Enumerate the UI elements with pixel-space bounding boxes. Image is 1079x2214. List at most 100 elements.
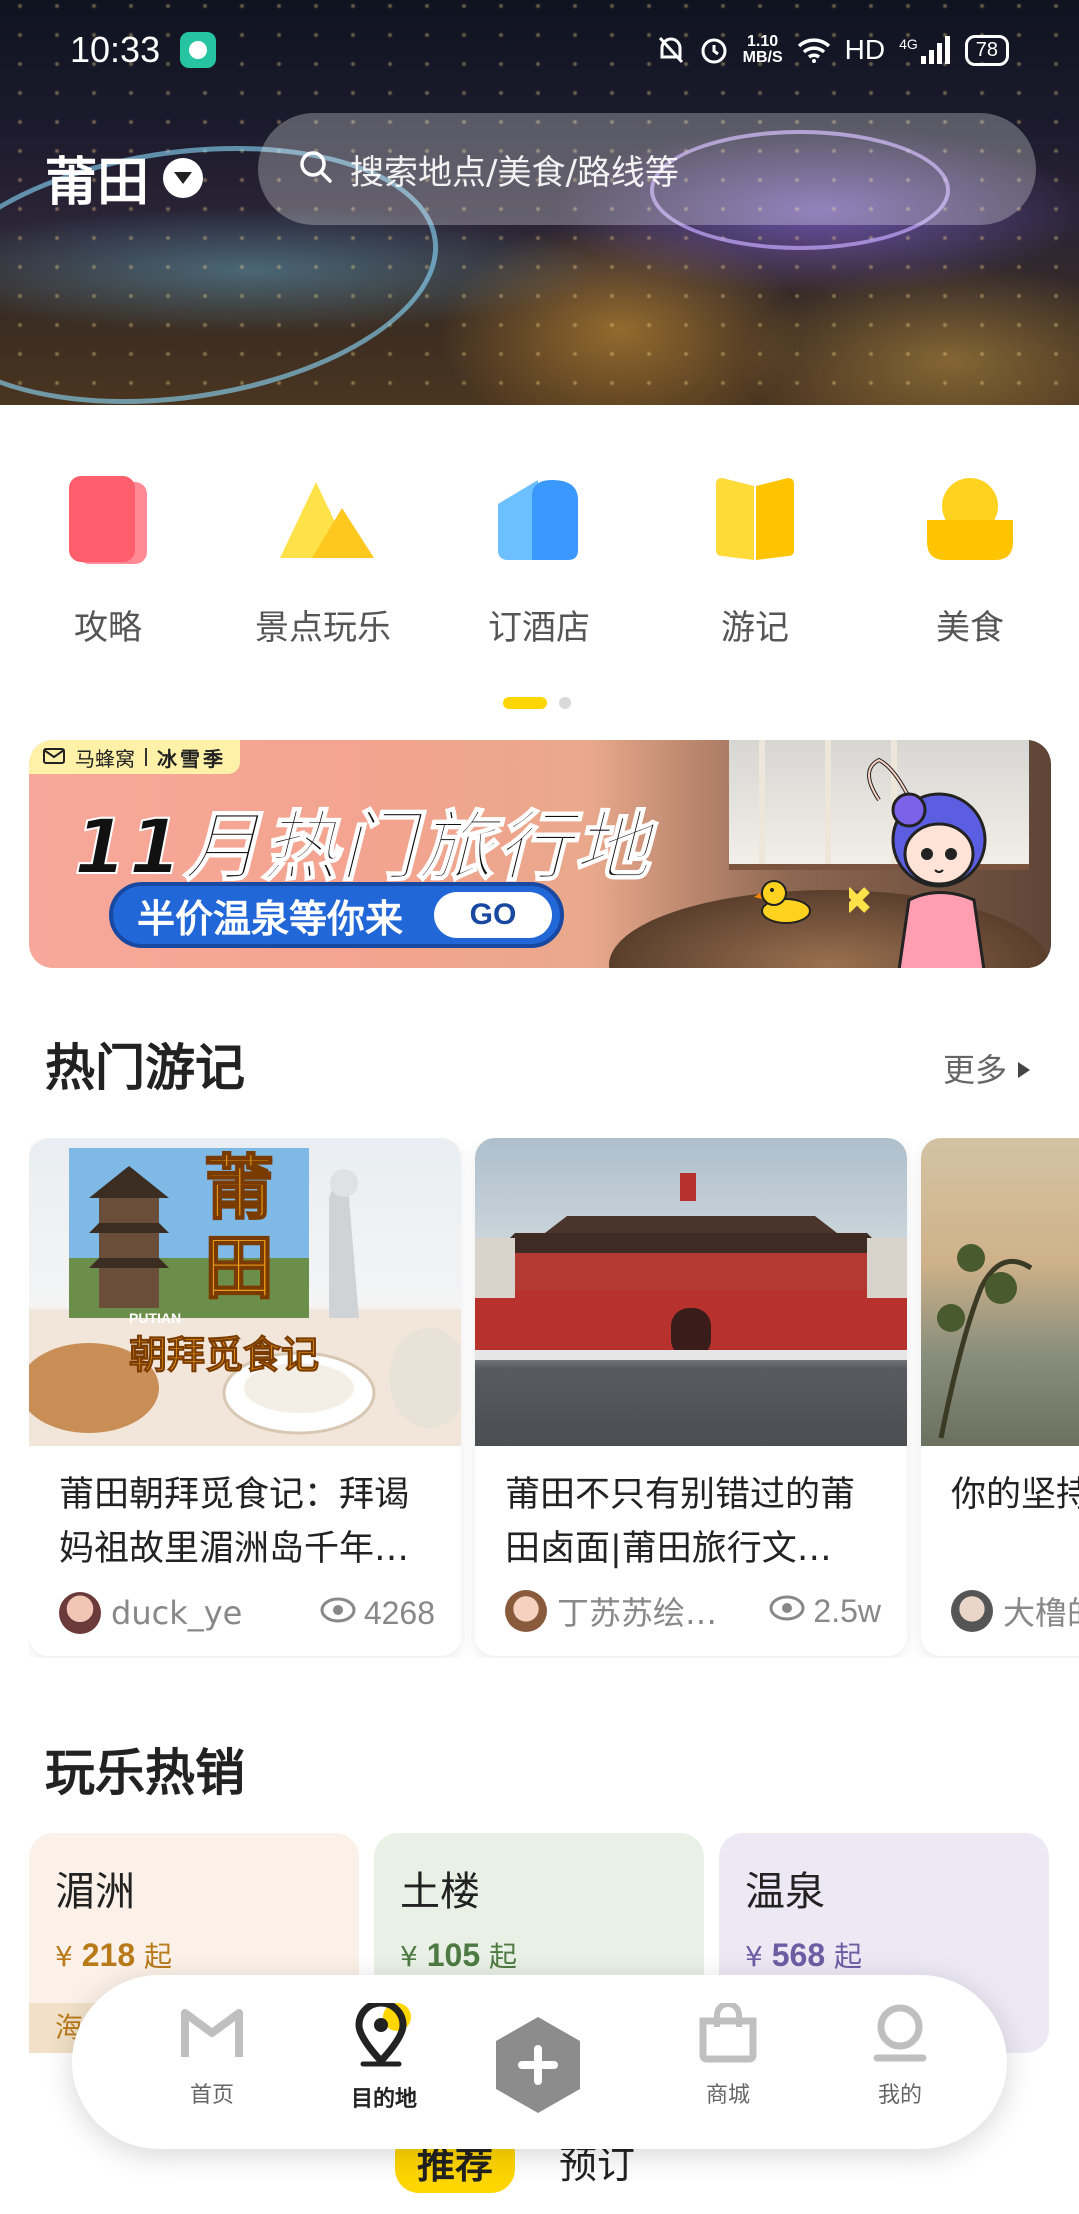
food-icon <box>925 470 1015 570</box>
category-travel-notes[interactable]: 游记 <box>665 470 845 649</box>
cover-tag: PUTIAN <box>129 1310 182 1326</box>
category-guide[interactable]: 攻略 <box>18 470 198 649</box>
banner-subtitle-pill: 半价温泉等你来 GO <box>109 882 564 948</box>
chevron-right-icon <box>1017 1049 1031 1087</box>
cellular-signal-icon: 4G <box>899 36 951 64</box>
note-card[interactable]: 你的坚持 ➡️2019 大橹的 <box>921 1138 1079 1656</box>
play-price: ¥ 218 起 <box>55 1935 359 1975</box>
price-suffix: 起 <box>144 1940 173 1973</box>
go-button[interactable]: GO <box>434 892 552 938</box>
more-label: 更多 <box>942 1051 1007 1089</box>
category-page-indicator <box>503 697 571 709</box>
publish-plus-icon[interactable] <box>492 2015 584 2115</box>
hot-notes-title: 热门游记 <box>45 1039 245 1097</box>
banner-title: 11月热门旅行地 <box>73 801 652 892</box>
play-name: 温泉 <box>745 1869 825 1915</box>
nav-home[interactable]: 首页 <box>152 2003 272 2109</box>
note-meta: duck_ye 4268 <box>59 1592 435 1634</box>
attraction-icon <box>278 470 374 570</box>
eye-icon <box>320 1595 356 1632</box>
note-view-count: 2.5w <box>813 1592 881 1629</box>
city-selector[interactable]: 莆田 <box>45 140 204 215</box>
mail-icon <box>43 745 65 769</box>
promo-banner[interactable]: 马蜂窝 冰雪季 11月热门旅行地 半价温泉等你来 GO <box>29 740 1051 968</box>
note-card[interactable]: 莆田不只有别错过的莆田卤面|莆田旅行文… 丁苏苏绘… 2.5w <box>475 1138 907 1656</box>
travel-notes-icon <box>710 470 800 570</box>
page-dot <box>559 697 571 709</box>
note-cover-image <box>475 1138 907 1446</box>
hot-notes-carousel: 莆田 朝拜觅食记 PUTIAN 莆田朝拜觅食记：拜谒妈祖故里湄洲岛千年… duc… <box>29 1138 1079 1658</box>
nav-label: 我的 <box>877 2083 922 2108</box>
note-title: 莆田朝拜觅食记：拜谒妈祖故里湄洲岛千年… <box>59 1475 410 1569</box>
nav-me[interactable]: 我的 <box>840 2003 960 2109</box>
price-currency: ¥ <box>55 1940 73 1973</box>
status-time: 10:33 <box>70 29 161 70</box>
price-suffix: 起 <box>834 1940 863 1973</box>
play-price: ¥ 568 起 <box>745 1935 1049 1975</box>
search-bar[interactable]: 搜索地点/美食/路线等 <box>258 113 1036 225</box>
note-card[interactable]: 莆田 朝拜觅食记 PUTIAN 莆田朝拜觅食记：拜谒妈祖故里湄洲岛千年… duc… <box>29 1138 461 1656</box>
search-icon <box>298 149 334 189</box>
cover-big-text: 莆田 <box>203 1147 275 1309</box>
rubber-duck-icon <box>754 875 814 929</box>
brand-name: 马蜂窝 <box>75 746 135 771</box>
note-meta: 大橹的 <box>951 1588 1079 1634</box>
nav-label: 商城 <box>705 2083 750 2108</box>
chevron-down-icon <box>163 157 204 198</box>
price-currency: ¥ <box>400 1940 418 1973</box>
cover-small-text: 朝拜觅食记 <box>128 1333 320 1378</box>
play-name: 土楼 <box>400 1869 480 1915</box>
note-cover-image <box>921 1138 1079 1446</box>
note-view-count: 4268 <box>363 1594 435 1631</box>
status-icons: 1.10 MB/S HD 4G 78 <box>657 34 1009 66</box>
net-speed-unit: MB/S <box>742 49 783 66</box>
hd-indicator: HD <box>844 34 886 65</box>
category-hotel[interactable]: 订酒店 <box>449 470 629 649</box>
price-value: 105 <box>426 1937 481 1973</box>
note-title: 你的坚持 ➡️2019 <box>951 1475 1079 1515</box>
shopping-bag-icon <box>695 2001 761 2067</box>
seaside-illustration <box>937 1244 1033 1439</box>
banner-brand-tag: 马蜂窝 冰雪季 <box>29 740 240 774</box>
category-attractions[interactable]: 景点玩乐 <box>233 470 413 649</box>
note-author: 大橹的 <box>1003 1594 1079 1632</box>
home-icon <box>179 2003 245 2067</box>
note-author: duck_ye <box>111 1594 243 1632</box>
category-label: 攻略 <box>74 608 142 648</box>
nav-destination[interactable]: 目的地 <box>324 1999 444 2113</box>
search-placeholder: 搜索地点/美食/路线等 <box>350 152 679 193</box>
price-suffix: 起 <box>489 1940 518 1973</box>
price-value: 568 <box>771 1937 826 1973</box>
hot-notes-more[interactable]: 更多 <box>943 1045 1031 1091</box>
mute-bell-icon <box>657 35 685 65</box>
location-pin-icon <box>349 1999 419 2071</box>
play-name: 湄洲 <box>55 1869 135 1915</box>
avatar <box>59 1592 101 1634</box>
alarm-icon <box>699 35 729 65</box>
hotel-icon <box>494 470 584 570</box>
nav-label: 首页 <box>189 2083 234 2108</box>
eye-icon <box>769 1593 805 1630</box>
profile-icon <box>867 2003 933 2067</box>
note-meta: 丁苏苏绘… 2.5w <box>505 1588 881 1634</box>
price-currency: ¥ <box>745 1940 763 1973</box>
tag-divider <box>145 748 147 766</box>
temple-gate-illustration <box>475 1173 907 1360</box>
app-notification-icon <box>180 32 217 68</box>
note-title: 莆田不只有别错过的莆田卤面|莆田旅行文… <box>505 1475 856 1569</box>
nav-label: 目的地 <box>350 2087 417 2112</box>
hero-banner: 10:33 1.10 MB/S HD 4G 78 莆田 搜索地点/美食/路线等 <box>0 0 1079 405</box>
category-label: 景点玩乐 <box>255 608 391 648</box>
city-name: 莆田 <box>45 153 150 213</box>
category-grid: 攻略 景点玩乐 订酒店 游记 美食 <box>0 470 1079 670</box>
page-dot-active <box>503 697 547 709</box>
wifi-icon <box>797 37 831 63</box>
cartoon-girl-illustration <box>844 750 1039 968</box>
note-views: 2.5w <box>769 1593 881 1630</box>
category-label: 订酒店 <box>488 608 590 648</box>
avatar <box>951 1590 993 1632</box>
nav-shop[interactable]: 商城 <box>668 2001 788 2109</box>
category-food[interactable]: 美食 <box>880 470 1060 649</box>
note-cover-image: 莆田 朝拜觅食记 PUTIAN <box>29 1138 461 1446</box>
guide-icon <box>63 470 153 570</box>
